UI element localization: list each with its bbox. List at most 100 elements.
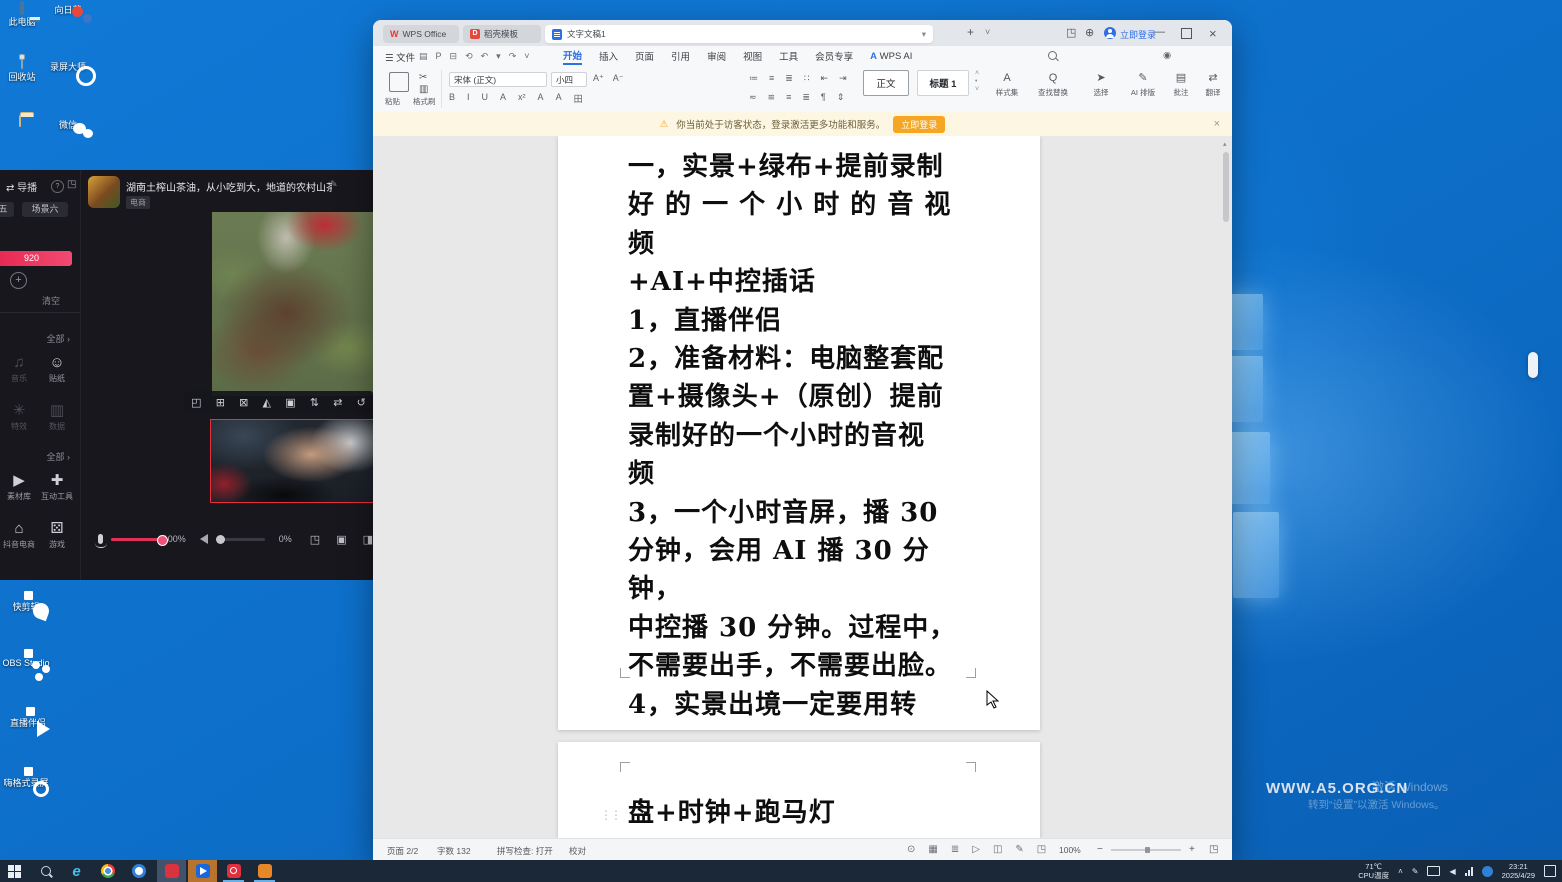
desktop-icon-live-companion[interactable]: 直播伴侣 <box>0 714 60 729</box>
speaker-volume-slider[interactable] <box>216 538 265 541</box>
video-tool-icon[interactable]: ⊠ <box>239 396 248 409</box>
fullscreen-icon[interactable]: ◳ <box>1209 844 1218 855</box>
minimize-button[interactable]: — <box>1154 26 1165 38</box>
taskbar-clock[interactable]: 23:21 2025/4/29 <box>1502 862 1535 880</box>
quick-icon[interactable]: P <box>436 51 442 61</box>
style-heading1[interactable]: 标题 1 <box>917 70 969 96</box>
video-tool-icon[interactable]: ⊞ <box>216 396 225 409</box>
settings-globe-icon[interactable]: ⊕ <box>1085 26 1094 39</box>
paragraph-icon[interactable]: ⇥ <box>839 73 847 84</box>
quick-icon[interactable]: ⟲ <box>465 51 473 62</box>
tab-insert[interactable]: 插入 <box>599 49 618 63</box>
tab-home[interactable]: 开始 <box>563 48 582 65</box>
cut-icon[interactable]: ✂ <box>419 72 427 83</box>
paste-label[interactable]: 粘贴 <box>385 96 400 107</box>
notice-close-icon[interactable]: × <box>1214 118 1220 130</box>
view-mode-icon[interactable]: ✎ <box>1015 844 1023 855</box>
desktop-icon-obs[interactable]: OBS Studio <box>0 656 58 668</box>
scrollbar-thumb[interactable] <box>1223 152 1229 222</box>
quick-icon[interactable]: ↶ <box>481 51 489 62</box>
paragraph-icon[interactable]: ≡ <box>786 92 791 103</box>
preview-video-main[interactable] <box>212 212 373 396</box>
edit-title-icon[interactable]: ✎ <box>330 179 338 190</box>
taskbar-edge[interactable]: e <box>62 860 91 882</box>
scroll-up-icon[interactable]: ▴ <box>1223 140 1227 148</box>
speaker-icon[interactable]: ◀ <box>1449 867 1455 876</box>
mic-volume-slider[interactable] <box>111 538 157 541</box>
tab-view[interactable]: 视图 <box>743 49 762 63</box>
view-mode-icon[interactable]: ⊙ <box>907 844 915 855</box>
video-tool-icon[interactable]: ▣ <box>285 396 295 409</box>
paste-icon[interactable] <box>389 72 409 92</box>
network-icon[interactable] <box>1465 867 1473 876</box>
section-all-2[interactable]: 全部 › <box>47 450 71 463</box>
quick-icon[interactable]: ▤ <box>419 51 428 62</box>
format-painter-label[interactable]: 格式刷 <box>413 96 436 107</box>
capture-icon[interactable]: ◳ <box>310 533 320 546</box>
speaker-icon[interactable] <box>200 534 208 544</box>
tool-games[interactable]: ⚄ 游戏 <box>38 520 76 550</box>
quick-icon[interactable]: ˅ <box>524 51 529 61</box>
style-normal[interactable]: 正文 <box>863 70 909 96</box>
tab-list-caret[interactable]: ˅ <box>985 27 990 37</box>
clear-button[interactable]: 清空 <box>42 294 60 307</box>
status-wordcount[interactable]: 字数 132 <box>437 845 471 857</box>
tray-app-icon[interactable] <box>1482 866 1493 877</box>
gallery-arrow-icon[interactable]: ˄ <box>975 70 979 77</box>
video-tool-icon[interactable]: ◰ <box>191 396 201 409</box>
paragraph-icon[interactable]: ≣ <box>802 92 810 103</box>
font-format-icon[interactable]: B <box>449 92 455 105</box>
page2-text[interactable]: 盘+时钟+跑马灯 <box>628 794 973 832</box>
tool-media-library[interactable]: ▶ 素材库 <box>0 472 38 502</box>
video-tool-icon[interactable]: ⇅ <box>310 396 319 409</box>
view-mode-icon[interactable]: ≣ <box>951 844 959 855</box>
zoom-out-icon[interactable]: − <box>1097 844 1103 855</box>
new-tab-button[interactable]: + <box>967 25 974 39</box>
document-page-1[interactable]: 一，实景+绿布+提前录制 好 的 一 个 小 时 的 音 视 频 +AI+中控插… <box>558 136 1040 730</box>
zoom-value[interactable]: 100% <box>1059 845 1081 855</box>
taskbar-live-companion-active[interactable] <box>188 860 217 882</box>
paragraph-icon[interactable]: ∷ <box>804 73 810 84</box>
start-button[interactable] <box>0 860 29 882</box>
paragraph-icon[interactable]: ≣ <box>785 73 793 84</box>
notice-login-button[interactable]: 立即登录 <box>893 116 945 133</box>
paragraph-icon[interactable]: ≡ <box>769 73 774 84</box>
ribbon-tool-styleset[interactable]: A 样式集 <box>985 71 1029 98</box>
login-link[interactable]: 立即登录 <box>1120 28 1156 41</box>
zoom-slider-knob[interactable] <box>1145 847 1150 853</box>
tab-wps-ai[interactable]: A WPS AI <box>870 51 912 62</box>
popout-icon[interactable]: ◳ <box>67 179 76 190</box>
desktop-icon-hgs-recorder[interactable]: 嗨格式录屏 <box>0 774 58 789</box>
ribbon-tool-translate[interactable]: ⇄ 翻译 <box>1191 71 1235 98</box>
notification-center-icon[interactable] <box>1544 865 1556 877</box>
tool-ecommerce[interactable]: ⌂ 抖音电商 <box>0 520 38 550</box>
user-avatar[interactable] <box>1104 27 1116 39</box>
video-tool-icon[interactable]: ◭ <box>263 396 271 409</box>
tab-member[interactable]: 会员专享 <box>815 49 853 63</box>
paragraph-icon[interactable]: ¶ <box>821 92 826 103</box>
desktop-icon-sunflower[interactable]: 向日葵 <box>36 1 100 16</box>
gallery-arrow-icon[interactable]: • <box>975 78 979 85</box>
scene-tab-six[interactable]: 场景六 <box>22 202 68 217</box>
view-mode-icon[interactable]: ◫ <box>993 844 1002 855</box>
view-mode-icon[interactable]: ◳ <box>1037 844 1046 855</box>
page1-text[interactable]: 一，实景+绿布+提前录制 好 的 一 个 小 时 的 音 视 频 +AI+中控插… <box>628 148 973 724</box>
font-format-icon[interactable]: x² <box>518 92 526 105</box>
mic-slider-knob[interactable] <box>157 535 168 546</box>
help-icon[interactable]: ? <box>51 180 64 193</box>
tab-dropdown-icon[interactable]: ▾ <box>922 29 926 40</box>
tool-data[interactable]: ▥ 数据 <box>38 402 76 432</box>
font-size-select[interactable]: 小四 <box>551 72 587 87</box>
display-icon[interactable] <box>1427 866 1440 876</box>
font-format-icon[interactable]: A <box>500 92 506 105</box>
tab-docer[interactable]: D 稻壳模板 <box>463 25 541 43</box>
font-size-icon[interactable]: A⁺ <box>593 73 604 84</box>
desktop-icon-recorder[interactable]: 录屏大师 <box>36 58 100 73</box>
tab-review[interactable]: 审阅 <box>707 49 726 63</box>
screen-edge-handle[interactable] <box>1528 352 1538 378</box>
zoom-slider[interactable] <box>1111 849 1181 851</box>
ribbon-tool-find-replace[interactable]: Q 查找替换 <box>1031 71 1075 98</box>
view-mode-icon[interactable]: ▦ <box>928 844 937 855</box>
font-format-icon[interactable]: A <box>556 92 562 105</box>
copy-icon[interactable]: ▥ <box>419 84 428 95</box>
